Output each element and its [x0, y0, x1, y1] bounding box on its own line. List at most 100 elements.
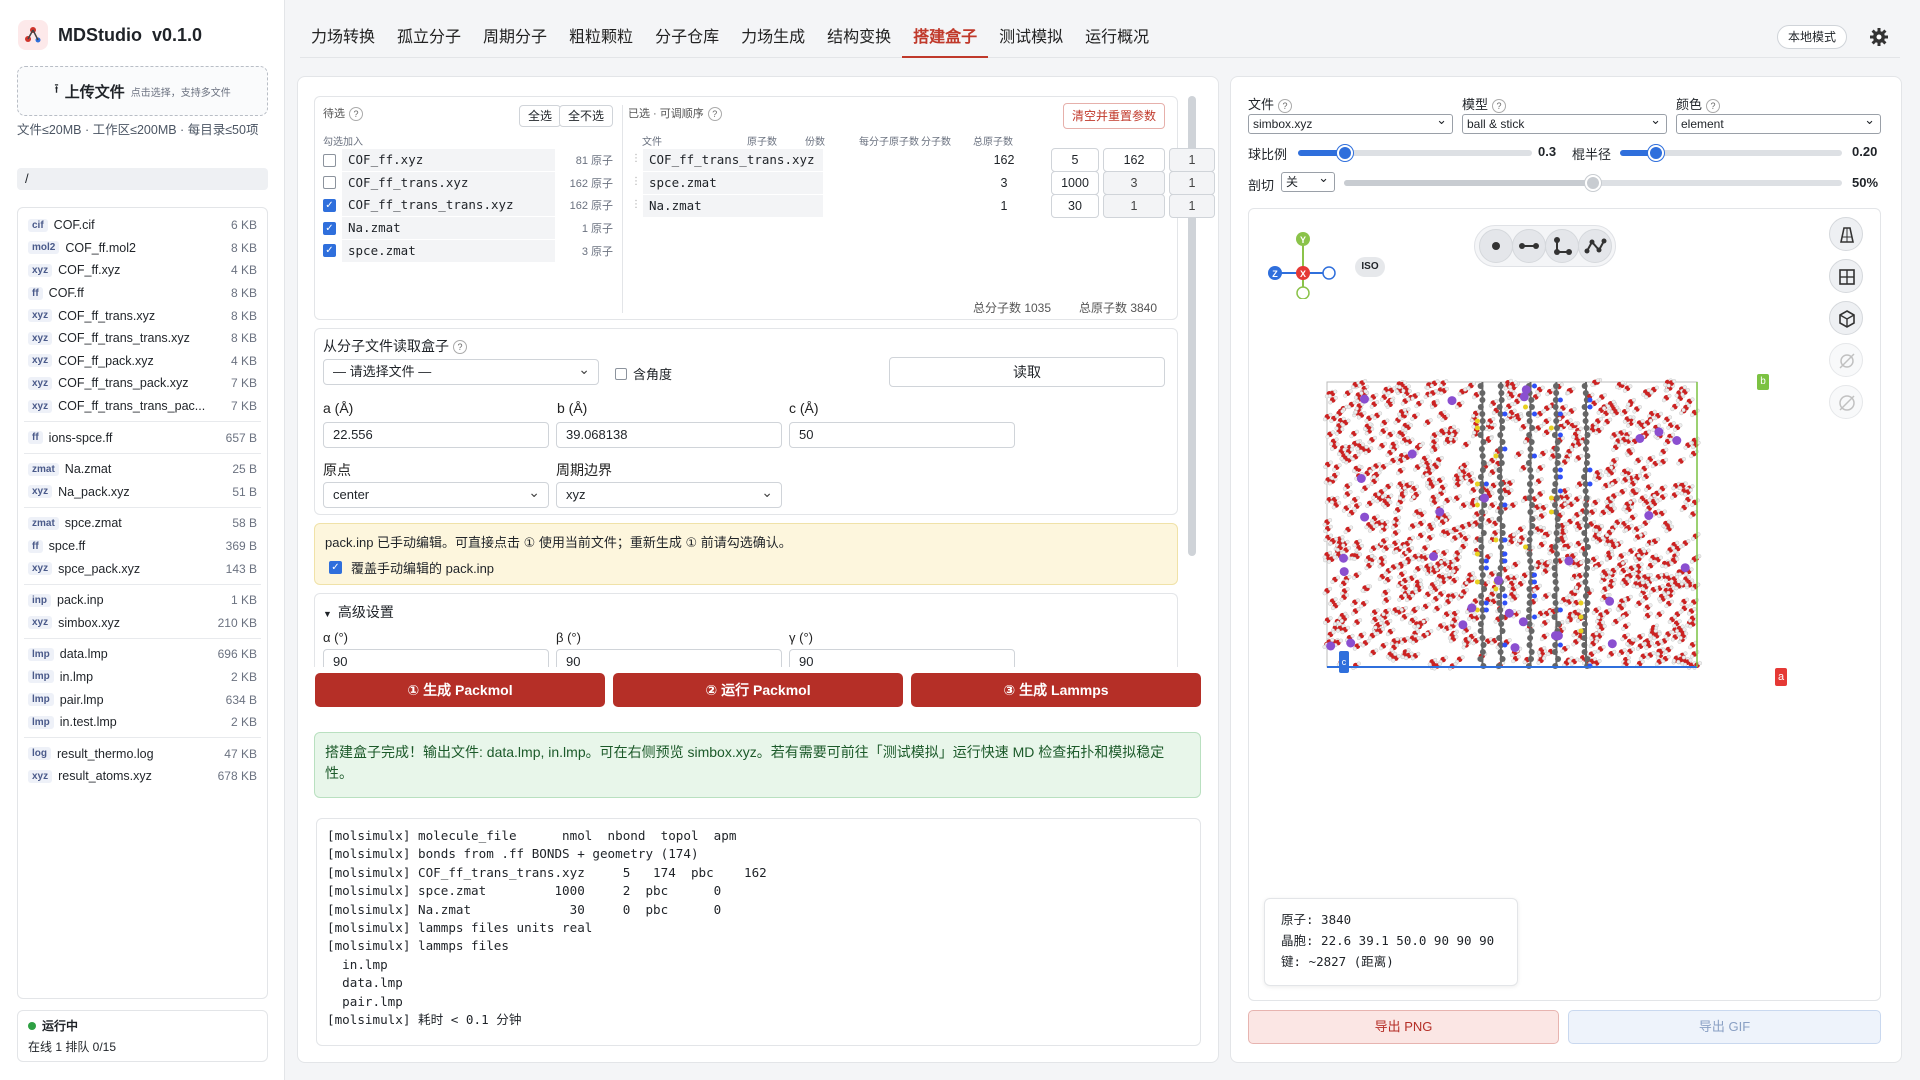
- candidate-item[interactable]: COF_ff_trans.xyz 162 原子: [323, 171, 613, 195]
- ball-scale-slider[interactable]: [1298, 145, 1532, 161]
- angle-icon[interactable]: [1545, 229, 1579, 263]
- a-input[interactable]: 22.556: [323, 422, 549, 448]
- tab-2[interactable]: 孤立分子: [386, 18, 472, 58]
- molecular-structure[interactable]: [1319, 374, 1729, 699]
- clear-reset-button[interactable]: 清空并重置参数: [1063, 103, 1166, 129]
- viewer-file-select[interactable]: simbox.xyz: [1248, 111, 1453, 134]
- molecule-viewer[interactable]: Y Z X ISO b a c: [1248, 208, 1881, 1001]
- checkbox-icon[interactable]: ✓: [323, 198, 336, 212]
- clip-slider[interactable]: [1344, 175, 1842, 191]
- checkbox-icon[interactable]: [615, 367, 627, 380]
- mol-count-input[interactable]: 1: [1169, 194, 1215, 218]
- bond-icon[interactable]: [1512, 229, 1546, 263]
- file-item[interactable]: ff COF.ff 8 KB: [24, 282, 261, 305]
- candidate-item[interactable]: ✓ Na.zmat 1 原子: [323, 216, 613, 240]
- color-select[interactable]: element: [1676, 111, 1881, 134]
- help-icon[interactable]: ?: [1278, 98, 1293, 113]
- tab-10[interactable]: 运行概况: [1074, 18, 1160, 58]
- b-input[interactable]: 39.068138: [556, 422, 782, 448]
- tab-8[interactable]: 搭建盒子: [902, 18, 989, 58]
- help-icon[interactable]: ?: [349, 107, 363, 122]
- per-mol-atoms-input[interactable]: 1: [1103, 194, 1165, 218]
- grid-icon[interactable]: [1829, 259, 1863, 293]
- checkbox-icon[interactable]: ✓: [323, 244, 336, 258]
- candidate-item[interactable]: ✓ COF_ff_trans_trans.xyz 162 原子: [323, 193, 613, 217]
- file-item[interactable]: xyz COF_ff_pack.xyz 4 KB: [24, 350, 261, 373]
- upload-button[interactable]: ⭱ 上传文件 点击选择，支持多文件: [17, 66, 268, 116]
- perspective-icon[interactable]: [1829, 217, 1863, 251]
- slider-knob[interactable]: [1585, 175, 1601, 191]
- file-item[interactable]: zmat Na.zmat 25 B: [24, 458, 261, 481]
- model-select[interactable]: ball & stick: [1462, 111, 1667, 134]
- file-item[interactable]: lmp data.lmp 696 KB: [24, 643, 261, 666]
- box-file-select[interactable]: — 请选择文件 —: [323, 357, 599, 385]
- copies-input[interactable]: 5: [1051, 148, 1099, 172]
- file-item[interactable]: ff ions-spce.ff 657 B: [24, 426, 261, 449]
- copies-input[interactable]: 1000: [1051, 171, 1099, 195]
- file-item[interactable]: lmp pair.lmp 634 B: [24, 688, 261, 711]
- candidate-item[interactable]: ✓ spce.zmat 3 原子: [323, 239, 613, 263]
- override-checkbox[interactable]: ✓ 覆盖手动编辑的 pack.inp: [329, 558, 494, 577]
- file-item[interactable]: xyz COF_ff.xyz 4 KB: [24, 259, 261, 282]
- cube-icon[interactable]: [1829, 301, 1863, 335]
- file-item[interactable]: xyz COF_ff_trans.xyz 8 KB: [24, 304, 261, 327]
- file-item[interactable]: xyz COF_ff_trans_trans_pac... 7 KB: [24, 395, 261, 418]
- export-png-button[interactable]: 导出 PNG: [1248, 1010, 1559, 1044]
- tab-3[interactable]: 周期分子: [472, 18, 558, 58]
- file-item[interactable]: xyz simbox.xyz 210 KB: [24, 612, 261, 635]
- file-item[interactable]: xyz COF_ff_trans_trans.xyz 8 KB: [24, 327, 261, 350]
- file-item[interactable]: xyz spce_pack.xyz 143 B: [24, 557, 261, 580]
- clip-mode-select[interactable]: 关: [1281, 169, 1335, 192]
- tab-6[interactable]: 力场生成: [730, 18, 816, 58]
- generate-lammps-button[interactable]: ③ 生成 Lammps: [911, 673, 1201, 707]
- dihedral-icon[interactable]: [1578, 229, 1612, 263]
- export-gif-button[interactable]: 导出 GIF: [1568, 1010, 1881, 1044]
- file-item[interactable]: zmat spce.zmat 58 B: [24, 512, 261, 535]
- drag-handle-icon[interactable]: ⋮: [631, 153, 641, 164]
- per-mol-atoms-input[interactable]: 3: [1103, 171, 1165, 195]
- iso-view-button[interactable]: ISO: [1355, 257, 1385, 277]
- tab-1[interactable]: 力场转换: [300, 18, 386, 58]
- current-path[interactable]: /: [17, 168, 268, 190]
- help-icon[interactable]: ?: [453, 340, 467, 355]
- stick-radius-slider[interactable]: [1620, 145, 1842, 161]
- tab-4[interactable]: 粗粒颗粒: [558, 18, 644, 58]
- mol-count-input[interactable]: 1: [1169, 148, 1215, 172]
- tab-5[interactable]: 分子仓库: [644, 18, 730, 58]
- run-packmol-button[interactable]: ② 运行 Packmol: [613, 673, 903, 707]
- checkbox-icon[interactable]: ✓: [323, 221, 336, 235]
- hide-ions-icon[interactable]: [1829, 385, 1863, 419]
- help-icon[interactable]: ?: [707, 107, 722, 122]
- file-item[interactable]: xyz Na_pack.xyz 51 B: [24, 481, 261, 504]
- origin-select[interactable]: center: [323, 480, 549, 508]
- mol-count-input[interactable]: 1: [1169, 171, 1215, 195]
- axis-gizmo[interactable]: Y Z X: [1257, 219, 1347, 299]
- checkbox-icon[interactable]: [323, 176, 336, 190]
- hide-hydrogen-icon[interactable]: [1829, 343, 1863, 377]
- drag-handle-icon[interactable]: ⋮: [631, 176, 641, 187]
- c-input[interactable]: 50: [789, 422, 1015, 448]
- help-icon[interactable]: ?: [1492, 98, 1507, 113]
- generate-packmol-button[interactable]: ① 生成 Packmol: [315, 673, 605, 707]
- advanced-toggle[interactable]: ▼ 高级设置: [323, 602, 394, 622]
- slider-knob[interactable]: [1336, 145, 1353, 161]
- help-icon[interactable]: ?: [1706, 98, 1721, 113]
- per-mol-atoms-input[interactable]: 162: [1103, 148, 1165, 172]
- tab-7[interactable]: 结构变换: [816, 18, 902, 58]
- read-button[interactable]: 读取: [889, 357, 1165, 387]
- file-item[interactable]: xyz COF_ff_trans_pack.xyz 7 KB: [24, 372, 261, 395]
- pbc-select[interactable]: xyz: [556, 480, 782, 508]
- candidate-item[interactable]: COF_ff.xyz 81 原子: [323, 148, 613, 172]
- checkbox-icon[interactable]: [323, 153, 336, 167]
- atoms-only-icon[interactable]: [1479, 229, 1513, 263]
- slider-knob[interactable]: [1647, 145, 1664, 161]
- file-item[interactable]: inp pack.inp 1 KB: [24, 589, 261, 612]
- file-item[interactable]: cif COF.cif 6 KB: [24, 214, 261, 237]
- file-item[interactable]: ff spce.ff 369 B: [24, 535, 261, 558]
- select-none-button[interactable]: 全不选: [559, 105, 614, 127]
- drag-handle-icon[interactable]: ⋮: [631, 199, 641, 210]
- file-item[interactable]: lmp in.lmp 2 KB: [24, 666, 261, 689]
- file-item[interactable]: lmp in.test.lmp 2 KB: [24, 711, 261, 734]
- file-item[interactable]: mol2 COF_ff.mol2 8 KB: [24, 237, 261, 260]
- tab-9[interactable]: 测试模拟: [988, 18, 1074, 58]
